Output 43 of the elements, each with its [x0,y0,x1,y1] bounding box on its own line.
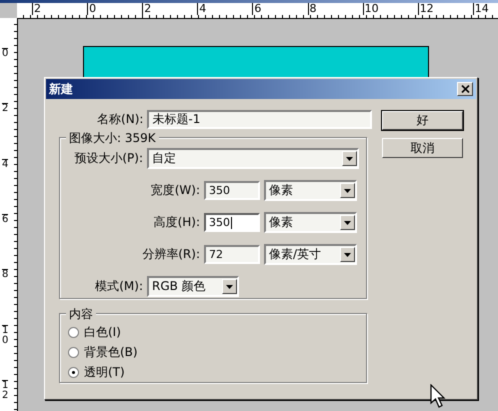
dropdown-arrow-icon [344,220,351,224]
dialog-title: 新建 [49,80,73,98]
group-legend: 图像大小: 359K [66,130,159,147]
dialog-button[interactable]: 取消 [382,138,463,158]
field-label: 模式(M): [94,278,143,295]
dropdown-arrow-icon [346,156,353,160]
ruler-label: 4 [2,158,8,170]
radio-option[interactable]: 白色(I) [68,322,366,342]
ruler-label: 14 [472,3,489,15]
preset-dropdown[interactable]: 自定 [147,148,359,169]
number-field[interactable]: 72 [204,245,260,264]
close-icon [460,85,470,93]
radio-option[interactable]: 透明(T) [68,362,366,382]
unit-dropdown[interactable]: 像素 [264,180,357,201]
ruler-label: 8 [308,3,316,15]
ruler-label: 10 [362,3,379,15]
ruler-label: 0 [87,3,96,15]
field-label: 分辨率(R): [141,246,200,263]
ruler-label: 12 [418,3,434,15]
ruler-label: 8 [2,269,8,280]
field-label: 预设大小(P): [73,150,143,167]
unit-dropdown[interactable]: 像素/英寸 [264,244,357,265]
number-field[interactable]: 350 [204,181,260,200]
number-field[interactable]: 350 [204,213,260,232]
mode-dropdown[interactable]: RGB 颜色 [147,276,239,297]
dropdown-arrow-icon [344,252,351,256]
ruler-label: 2 [142,3,152,15]
dropdown-arrow-icon [226,284,233,288]
ruler-label: 12 [2,380,8,401]
close-button[interactable] [457,82,473,96]
field-label: 宽度(W): [150,182,200,199]
ruler-label: 10 [2,324,8,346]
ruler-label: 6 [252,3,262,15]
dialog-button[interactable]: 好 [382,111,463,130]
unit-dropdown[interactable]: 像素 [264,212,357,233]
field-label: 名称(N): [96,111,144,128]
ruler-label: 4 [197,3,206,15]
field-label: 高度(H): [152,214,200,231]
ruler-label: 0 [2,48,8,59]
name-field[interactable]: 未标题-1 [147,110,372,129]
dropdown-arrow-icon [344,188,351,192]
radio-option[interactable]: 背景色(B) [68,342,366,362]
ruler-label: 2 [32,3,41,15]
